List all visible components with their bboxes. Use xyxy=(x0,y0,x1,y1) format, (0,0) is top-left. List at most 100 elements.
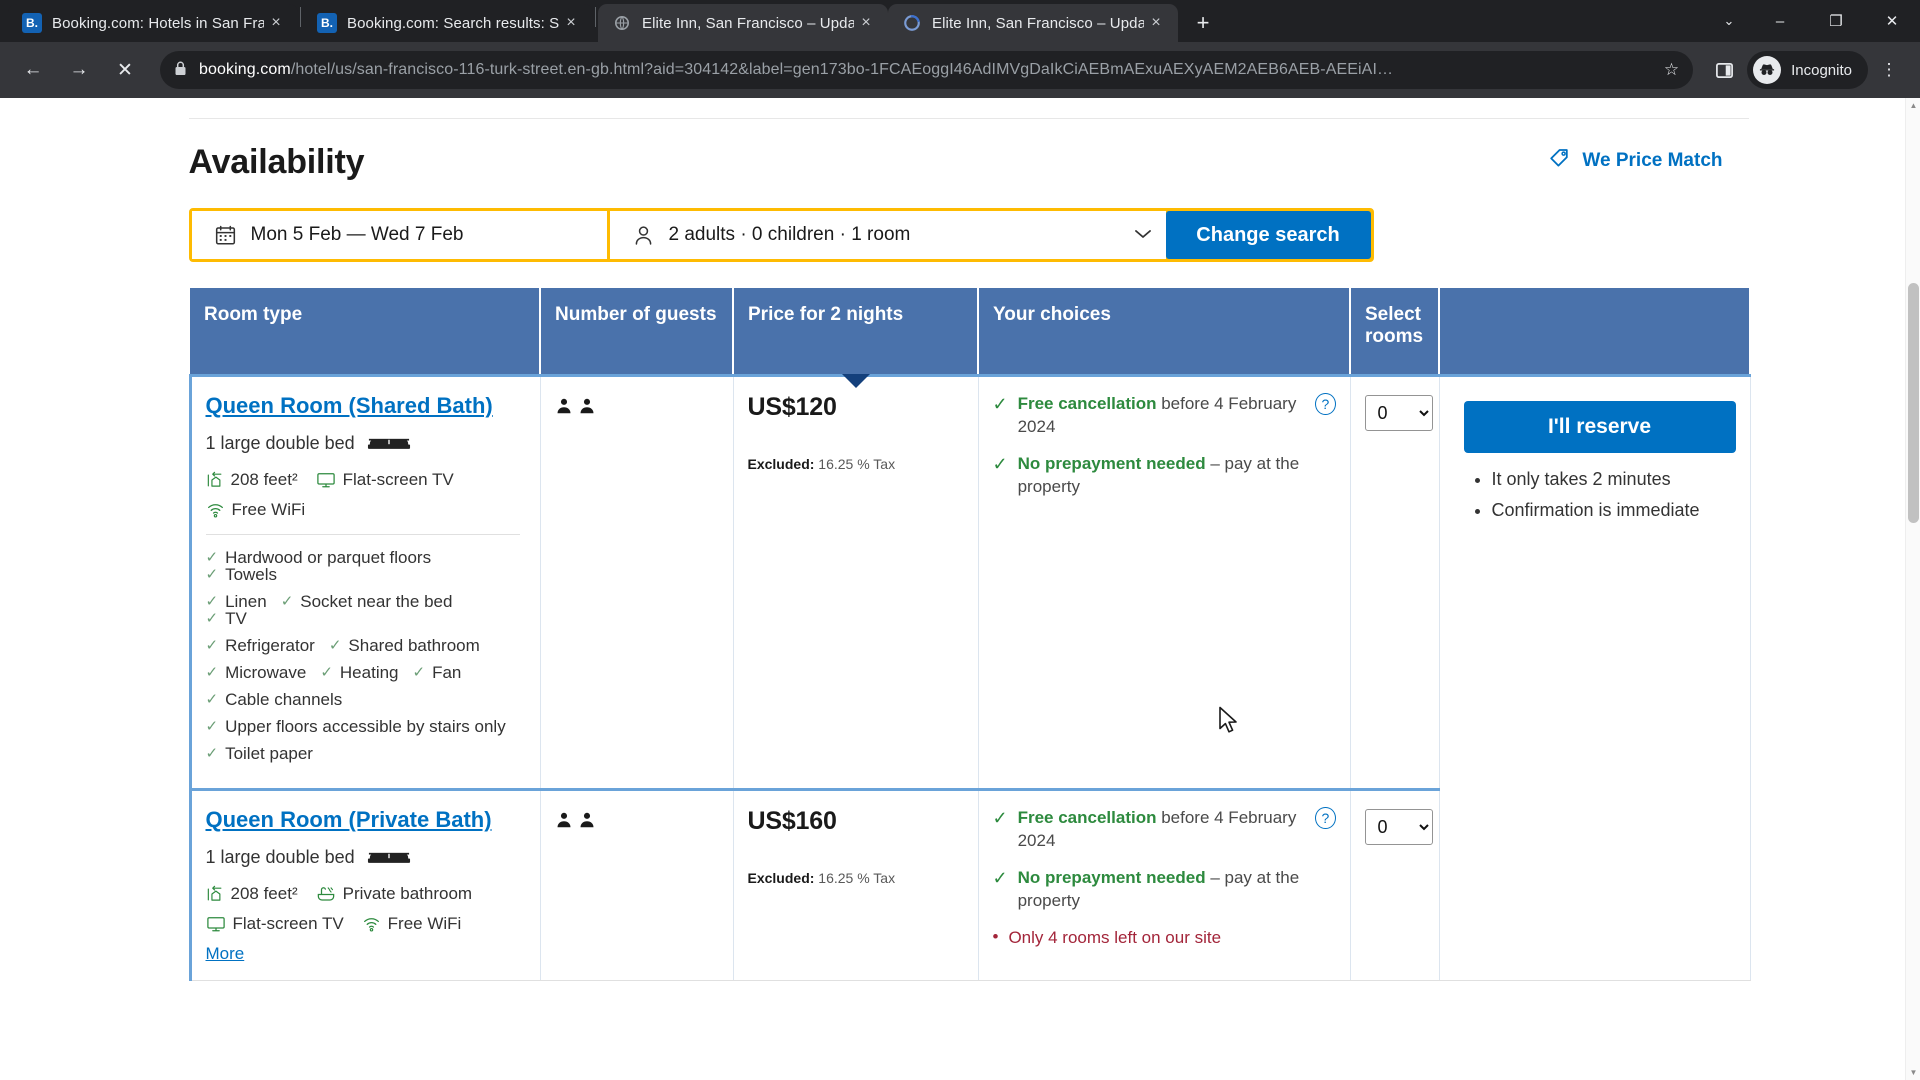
scroll-down-icon[interactable]: ▼ xyxy=(1906,1065,1920,1080)
generic-page-favicon-icon xyxy=(612,13,632,33)
amenity-label: Upper floors accessible by stairs only xyxy=(225,717,506,736)
choice-highlight: No prepayment needed xyxy=(1017,453,1206,473)
we-price-match-badge[interactable]: We Price Match xyxy=(1548,146,1732,182)
close-icon[interactable]: × xyxy=(854,11,878,35)
date-range-field[interactable]: Mon 5 Feb — Wed 7 Feb xyxy=(191,211,607,259)
page-viewport: Availability We Price Match Mon 5 Feb — … xyxy=(0,98,1920,1080)
size-icon xyxy=(206,471,224,489)
wifi-icon xyxy=(206,501,225,519)
reserve-note: It only takes 2 minutes xyxy=(1492,469,1736,490)
facility-item: Flat-screen TV xyxy=(316,470,454,490)
amenity-line: ✓ Cable channels xyxy=(206,691,520,708)
column-header-choices: Your choices xyxy=(978,288,1351,376)
select-rooms-dropdown[interactable]: 01234 xyxy=(1364,395,1433,431)
tab-search-chevron-icon[interactable]: ⌄ xyxy=(1706,2,1752,40)
choice-item: ✓ Free cancellation before 4 February 20… xyxy=(993,393,1310,439)
facility-label: 208 feet² xyxy=(230,470,298,489)
close-window-icon[interactable]: ✕ xyxy=(1864,2,1920,40)
tab-title: Booking.com: Search results: Sa xyxy=(347,14,559,32)
tax-label: Excluded: xyxy=(747,456,815,472)
address-bar[interactable]: booking.com/hotel/us/san-francisco-116-t… xyxy=(160,51,1694,89)
forward-icon[interactable]: → xyxy=(59,50,99,90)
page-scrollbar[interactable]: ▲ ▼ xyxy=(1905,98,1920,1080)
room-name-link[interactable]: Queen Room (Private Bath) xyxy=(206,807,492,833)
check-icon: ✓ xyxy=(992,453,1008,474)
amenity-item: ✓ Socket near the bed xyxy=(281,593,453,610)
guest-count-icons xyxy=(555,807,719,829)
scrollbar-thumb[interactable] xyxy=(1908,283,1919,523)
select-rooms-dropdown[interactable]: 01234 xyxy=(1364,809,1433,845)
amenity-item: ✓ Towels xyxy=(206,566,278,583)
tab-title: Elite Inn, San Francisco – Update xyxy=(932,14,1144,32)
check-icon: ✓ xyxy=(205,593,219,610)
table-row: Queen Room (Shared Bath) 1 large double … xyxy=(188,374,1751,981)
amenity-line: ✓ Linen ✓ Socket near the bed ✓ TV xyxy=(206,593,520,627)
check-icon: ✓ xyxy=(205,664,219,681)
new-tab-button[interactable]: + xyxy=(1186,6,1220,40)
minimize-icon[interactable]: – xyxy=(1752,2,1808,40)
facility-item: Free WiFi xyxy=(362,914,461,934)
column-header-guests: Number of guests xyxy=(540,288,734,376)
facility-item: Free WiFi xyxy=(206,500,305,520)
date-range-value: Mon 5 Feb — Wed 7 Feb xyxy=(250,224,464,245)
facility-item: Flat-screen TV xyxy=(206,914,344,934)
amenity-label: Socket near the bed xyxy=(300,592,453,611)
scroll-up-icon[interactable]: ▲ xyxy=(1906,98,1920,113)
maximize-icon[interactable]: ❐ xyxy=(1808,2,1864,40)
we-price-match-label: We Price Match xyxy=(1582,150,1723,171)
amenity-item: ✓ Heating xyxy=(320,664,398,681)
help-info-icon[interactable]: ? xyxy=(1315,807,1336,829)
back-icon[interactable]: ← xyxy=(13,50,53,90)
amenity-line: ✓ Toilet paper xyxy=(206,745,520,762)
chevron-down-icon[interactable] xyxy=(1134,227,1152,244)
close-icon[interactable]: × xyxy=(264,11,288,35)
occupancy-field[interactable]: 2 adults · 0 children · 1 room xyxy=(606,211,1166,259)
amenity-label: Linen xyxy=(225,592,267,611)
bed-icon xyxy=(367,848,411,868)
room-name-link[interactable]: Queen Room (Shared Bath) xyxy=(206,393,493,419)
check-icon: ✓ xyxy=(205,691,219,708)
check-icon: ✓ xyxy=(205,718,219,735)
tab-title: Elite Inn, San Francisco – Update xyxy=(642,14,854,32)
room-type-cell: Queen Room (Shared Bath) 1 large double … xyxy=(188,374,541,790)
facility-label: Flat-screen TV xyxy=(232,914,344,933)
wifi-icon xyxy=(362,915,381,933)
more-details-link[interactable]: More xyxy=(206,944,245,964)
tab-divider xyxy=(595,7,596,27)
check-icon: ✓ xyxy=(320,664,333,681)
browser-menu-icon[interactable]: ⋮ xyxy=(1870,51,1908,89)
change-search-button[interactable]: Change search xyxy=(1165,211,1371,259)
browser-tab-1[interactable]: B. Booking.com: Hotels in San Fran × xyxy=(8,4,298,42)
price-amount: US$160 xyxy=(747,807,837,835)
amenity-item: ✓ TV xyxy=(206,610,247,627)
browser-tab-4-active[interactable]: Elite Inn, San Francisco – Update × xyxy=(888,4,1178,42)
incognito-indicator[interactable]: Incognito xyxy=(1747,51,1868,89)
room-amenities: ✓ Hardwood or parquet floors ✓ Towels ✓ Lin… xyxy=(206,535,520,762)
price-cell: US$160 Excluded: 16.25 % Tax xyxy=(733,788,979,981)
amenity-label: Refrigerator xyxy=(225,636,315,655)
stop-loading-icon[interactable]: ✕ xyxy=(105,50,145,90)
tab-divider xyxy=(300,7,301,27)
reserve-button[interactable]: I'll reserve xyxy=(1463,401,1736,453)
close-icon[interactable]: × xyxy=(1144,11,1168,35)
browser-tab-2[interactable]: B. Booking.com: Search results: Sa × xyxy=(303,4,593,42)
person-filled-icon xyxy=(557,812,570,828)
tv-icon xyxy=(316,471,336,489)
guests-cell xyxy=(540,788,734,981)
help-info-icon[interactable]: ? xyxy=(1315,393,1336,415)
availability-search-bar: Mon 5 Feb — Wed 7 Feb 2 adults · 0 child… xyxy=(188,208,1374,262)
bookmark-star-icon[interactable]: ☆ xyxy=(1664,60,1679,80)
reserve-notes: It only takes 2 minutes Confirmation is … xyxy=(1492,469,1736,521)
person-filled-icon xyxy=(557,398,570,414)
split-screen-icon[interactable] xyxy=(1705,51,1743,89)
check-icon: ✓ xyxy=(412,664,426,681)
amenity-line: ✓ Upper floors accessible by stairs only xyxy=(206,718,520,735)
price-column-pointer xyxy=(841,374,870,388)
browser-tab-3[interactable]: Elite Inn, San Francisco – Update × xyxy=(598,4,888,42)
check-icon: ✓ xyxy=(205,566,219,583)
amenity-label: Shared bathroom xyxy=(348,636,480,655)
tax-label: Excluded: xyxy=(747,870,815,886)
amenity-item: ✓ Hardwood or parquet floors xyxy=(206,549,432,566)
amenity-line: ✓ Refrigerator ✓ Shared bathroom xyxy=(206,637,520,654)
close-icon[interactable]: × xyxy=(559,11,583,35)
